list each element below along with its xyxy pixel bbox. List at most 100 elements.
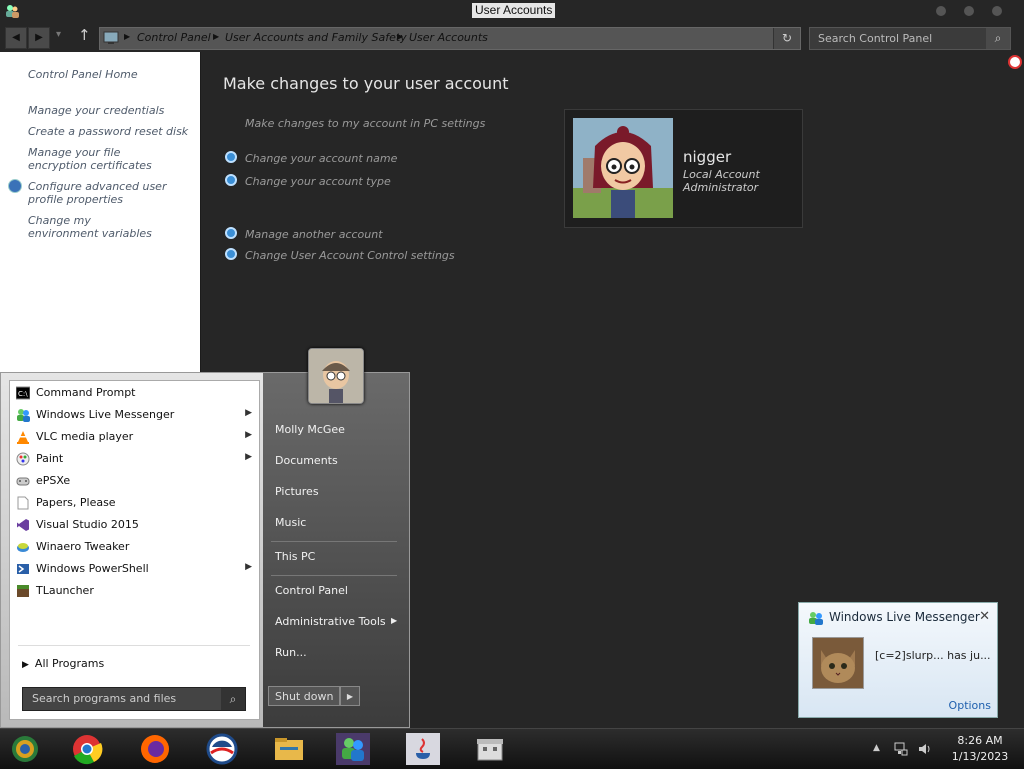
- messenger-notification[interactable]: Windows Live Messenger ✕ [c=2]slurp... h…: [798, 602, 998, 718]
- notification-message: [c=2]slurp... has ju...: [875, 649, 991, 662]
- program-epsxe[interactable]: ePSXe: [14, 471, 254, 491]
- network-icon[interactable]: [893, 741, 909, 757]
- paint-icon: [16, 452, 30, 466]
- program-winaero-tweaker[interactable]: Winaero Tweaker: [14, 537, 254, 557]
- java-icon[interactable]: [406, 733, 440, 765]
- shutdown-options-icon[interactable]: ▶: [340, 686, 360, 706]
- uac-settings-link[interactable]: Change User Account Control settings: [245, 249, 455, 262]
- svg-text:C:\: C:\: [18, 390, 28, 398]
- search-box[interactable]: Search Control Panel ⌕: [809, 27, 1011, 50]
- place-this-pc[interactable]: This PC: [275, 550, 315, 563]
- program-tlauncher[interactable]: TLauncher: [14, 581, 254, 601]
- refresh-icon[interactable]: ↻: [773, 28, 800, 49]
- environment-variables-link[interactable]: Change my environment variables: [28, 214, 163, 240]
- tweaker-icon: [17, 543, 29, 552]
- chevron-right-icon: ▶: [245, 562, 252, 572]
- store-icon[interactable]: [473, 733, 507, 765]
- chrome-icon[interactable]: [70, 733, 104, 765]
- breadcrumb-user-accounts-family[interactable]: User Accounts and Family Safety: [225, 31, 407, 44]
- back-button[interactable]: ◀: [5, 27, 27, 49]
- program-paint[interactable]: Paint ▶: [14, 449, 254, 469]
- start-search-input[interactable]: Search programs and files: [32, 692, 176, 705]
- place-control-panel[interactable]: Control Panel: [275, 584, 348, 597]
- page-title: Make changes to your user account: [223, 74, 509, 93]
- program-vlc[interactable]: VLC media player ▶: [14, 427, 254, 447]
- program-visual-studio[interactable]: Visual Studio 2015: [14, 515, 254, 535]
- search-input[interactable]: Search Control Panel: [818, 32, 932, 45]
- clock-time: 8:26 AM: [957, 734, 1003, 747]
- change-account-type-link[interactable]: Change your account type: [245, 175, 391, 188]
- options-link[interactable]: Options: [949, 699, 991, 712]
- control-panel-icon: [103, 31, 119, 44]
- address-bar[interactable]: ▶ Control Panel ▶ User Accounts and Fami…: [99, 27, 801, 50]
- avatar: [573, 118, 673, 218]
- program-powershell[interactable]: Windows PowerShell ▶: [14, 559, 254, 579]
- powershell-icon: [17, 564, 29, 574]
- user-accounts-icon: [6, 5, 19, 18]
- divider: [271, 575, 397, 576]
- account-picture[interactable]: [573, 118, 673, 218]
- place-administrative-tools[interactable]: Administrative Tools: [275, 615, 386, 628]
- cat-picture: [813, 638, 863, 688]
- close-icon[interactable]: ✕: [979, 609, 990, 624]
- messenger-icon[interactable]: [336, 733, 370, 765]
- control-panel-home-link[interactable]: Control Panel Home: [28, 68, 198, 81]
- avatar: [309, 349, 363, 403]
- start-menu-user-picture[interactable]: [308, 348, 364, 404]
- recent-pages-icon[interactable]: ▾: [56, 29, 61, 40]
- chevron-right-icon: ▶: [245, 430, 252, 440]
- firefox-icon[interactable]: [138, 733, 172, 765]
- breadcrumb-user-accounts[interactable]: User Accounts: [409, 31, 488, 44]
- place-user-folder[interactable]: Molly McGee: [275, 423, 345, 436]
- file-explorer-icon[interactable]: [272, 733, 306, 765]
- shutdown-button[interactable]: Shut down: [268, 686, 340, 706]
- program-windows-live-messenger[interactable]: Windows Live Messenger ▶: [14, 405, 254, 425]
- manage-another-account-link[interactable]: Manage another account: [245, 228, 383, 241]
- volume-icon[interactable]: [917, 741, 933, 757]
- place-pictures[interactable]: Pictures: [275, 485, 319, 498]
- start-button-icon[interactable]: [8, 733, 42, 765]
- pc-settings-link[interactable]: Make changes to my account in PC setting…: [245, 117, 485, 130]
- search-icon[interactable]: ⌕: [221, 688, 245, 710]
- breadcrumb-separator-icon: ▶: [124, 32, 131, 41]
- divider: [18, 645, 250, 646]
- maximize-button[interactable]: [964, 6, 974, 16]
- navigation-bar: ◀ ▶ ▾ ↑ ▶ Control Panel ▶ User Accounts …: [0, 22, 1024, 52]
- forward-button[interactable]: ▶: [28, 27, 50, 49]
- search-icon[interactable]: ⌕: [986, 28, 1010, 49]
- shield-icon: [225, 151, 237, 163]
- place-documents[interactable]: Documents: [275, 454, 338, 467]
- close-button[interactable]: [992, 6, 1002, 16]
- help-icon[interactable]: [1008, 55, 1022, 69]
- messenger-icon: [17, 409, 30, 422]
- chevron-right-icon: ▶: [22, 660, 29, 670]
- document-icon: [17, 496, 29, 510]
- chevron-right-icon: ▶: [391, 616, 398, 625]
- shield-icon: [225, 174, 237, 186]
- breadcrumb-separator-icon: ▶: [397, 32, 404, 41]
- notification-title: Windows Live Messenger: [829, 610, 980, 624]
- advanced-profile-link[interactable]: Configure advanced user profile properti…: [28, 180, 193, 206]
- breadcrumb-separator-icon: ▶: [213, 32, 220, 41]
- manage-credentials-link[interactable]: Manage your credentials: [28, 104, 198, 117]
- minimize-button[interactable]: [936, 6, 946, 16]
- password-reset-link[interactable]: Create a password reset disk: [28, 125, 198, 138]
- shield-icon: [225, 227, 237, 239]
- visual-studio-icon: [17, 519, 29, 531]
- obama-logo-icon[interactable]: [205, 733, 239, 765]
- start-search-box[interactable]: Search programs and files ⌕: [22, 687, 246, 711]
- change-account-name-link[interactable]: Change your account name: [245, 152, 397, 165]
- account-tile: nigger Local Account Administrator: [564, 109, 803, 228]
- encryption-certificates-link[interactable]: Manage your file encryption certificates: [28, 146, 178, 172]
- breadcrumb-control-panel[interactable]: Control Panel: [137, 31, 211, 44]
- place-run[interactable]: Run...: [275, 646, 307, 659]
- program-command-prompt[interactable]: C:\ Command Prompt: [14, 383, 254, 403]
- system-clock[interactable]: 8:26 AM 1/13/2023: [940, 733, 1020, 765]
- show-hidden-icons-icon[interactable]: ▲: [873, 743, 880, 753]
- place-music[interactable]: Music: [275, 516, 306, 529]
- taskbar: ▲ 8:26 AM 1/13/2023: [0, 728, 1024, 769]
- program-papers-please[interactable]: Papers, Please: [14, 493, 254, 513]
- chevron-right-icon: ▶: [245, 408, 252, 418]
- up-arrow-icon[interactable]: ↑: [78, 26, 91, 44]
- all-programs-button[interactable]: ▶ All Programs: [22, 657, 104, 670]
